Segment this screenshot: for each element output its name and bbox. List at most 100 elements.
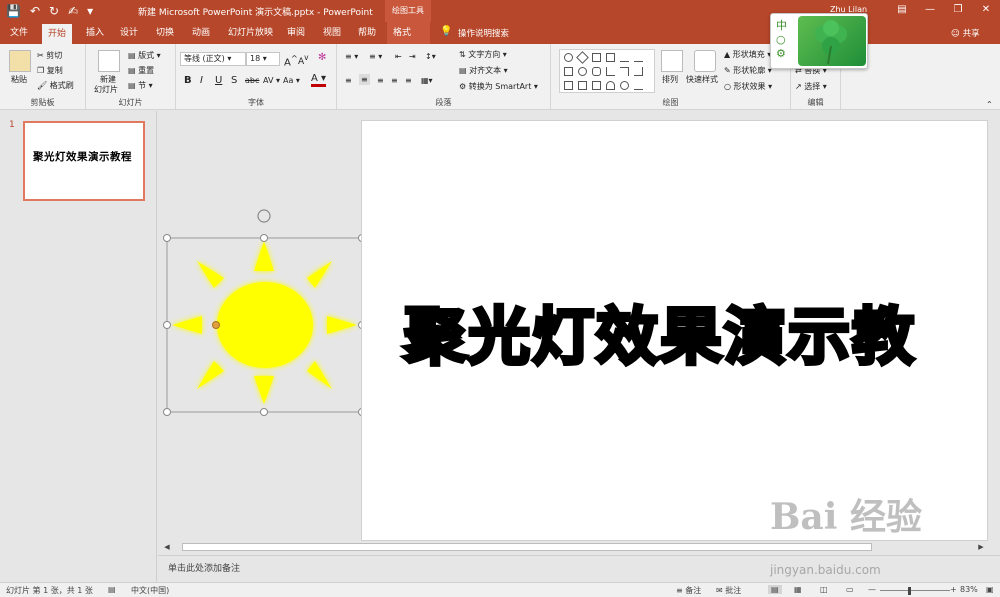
redo-icon[interactable]: ↻ <box>49 3 59 19</box>
tab-help[interactable]: 帮助 <box>352 22 382 44</box>
shape-effects-button[interactable]: ○ 形状效果 ▾ <box>724 81 772 92</box>
scroll-right-icon[interactable]: ▶ <box>976 542 986 552</box>
line-spacing-icon[interactable]: ↕▾ <box>425 52 436 61</box>
shape-textbox-icon[interactable] <box>592 53 601 62</box>
touch-mode-icon[interactable]: ✍ <box>68 3 78 19</box>
shape-freeform-icon[interactable] <box>634 81 643 90</box>
shape-star-icon[interactable] <box>564 53 573 62</box>
shape-fill-button[interactable]: ▲ 形状填充 ▾ <box>724 49 771 60</box>
shape-vtextbox-icon[interactable] <box>606 53 615 62</box>
underline-button[interactable]: U <box>215 75 222 86</box>
share-button[interactable]: ☺ 共享 <box>951 27 980 39</box>
align-right-icon[interactable]: ≡ <box>377 76 384 85</box>
strikethrough-button[interactable]: abc <box>245 76 259 85</box>
font-size-combo[interactable]: 18 ▾ <box>246 52 280 66</box>
language-status[interactable]: 中文(中国) <box>131 585 169 596</box>
tab-home[interactable]: 开始 <box>42 24 73 44</box>
decrease-indent-icon[interactable]: ⇤ <box>395 52 402 61</box>
slide-thumbnail[interactable]: 聚光灯效果演示教程 <box>23 121 145 201</box>
numbering-icon[interactable]: ≡ ▾ <box>369 52 382 61</box>
shape-connector-icon[interactable] <box>634 67 643 76</box>
zoom-slider-knob[interactable] <box>908 587 911 595</box>
layout-button[interactable]: ▤ 版式 ▾ <box>128 50 161 61</box>
tab-review[interactable]: 审阅 <box>281 22 311 44</box>
shape-line-icon[interactable] <box>620 53 629 62</box>
sun-shape[interactable] <box>162 206 372 421</box>
increase-indent-icon[interactable]: ⇥ <box>409 52 416 61</box>
text-direction-button[interactable]: ⇅ 文字方向 ▾ <box>459 49 507 60</box>
customize-icon[interactable]: ▾ <box>87 3 93 19</box>
shrink-font-button[interactable]: Av <box>298 53 309 67</box>
reset-button[interactable]: ▤ 重置 <box>128 65 154 76</box>
clear-format-icon[interactable]: ✻ <box>318 52 326 63</box>
shape-elbow-icon[interactable] <box>620 67 629 76</box>
shape-rect-icon[interactable] <box>564 67 573 76</box>
italic-button[interactable]: I <box>200 75 203 86</box>
quick-styles-icon[interactable] <box>694 50 716 72</box>
tell-me-search[interactable]: 操作说明搜索 <box>458 27 509 39</box>
accessibility-icon[interactable]: ▤ <box>108 585 116 594</box>
horizontal-scrollbar[interactable]: ◀ ▶ <box>160 541 988 553</box>
copy-button[interactable]: ❐ 复制 <box>37 65 63 76</box>
restore-icon[interactable]: ❐ <box>944 0 972 20</box>
shape-diamond-icon[interactable] <box>576 51 589 64</box>
align-left-icon[interactable]: ≡ <box>345 76 352 85</box>
normal-view-icon[interactable]: ▤ <box>768 585 782 594</box>
grow-font-button[interactable]: A^ <box>284 53 298 68</box>
shape-rounded-rect-icon[interactable] <box>592 67 601 76</box>
change-case-button[interactable]: Aa ▾ <box>283 76 300 85</box>
distributed-icon[interactable]: ≡ <box>405 76 412 85</box>
zoom-slider[interactable] <box>880 590 950 591</box>
zoom-out-icon[interactable]: — <box>868 585 876 594</box>
reading-view-icon[interactable]: ◫ <box>820 585 828 594</box>
floating-widget[interactable]: 中 ○ ⚙ <box>770 13 868 69</box>
shape-oval-icon[interactable] <box>578 67 587 76</box>
shape-outline-button[interactable]: ✎ 形状轮廓 ▾ <box>724 65 772 76</box>
fit-slide-icon[interactable]: ▣ <box>986 585 994 594</box>
new-slide-label-2[interactable]: 幻灯片 <box>94 84 118 95</box>
slideshow-view-icon[interactable]: ▭ <box>846 585 854 594</box>
justify-icon[interactable]: ≡ <box>391 76 398 85</box>
shape-down-arrow-icon[interactable] <box>578 81 587 90</box>
font-color-button[interactable]: A ▾ <box>311 74 327 87</box>
bold-button[interactable]: B <box>184 75 192 86</box>
paste-button[interactable]: 粘贴 <box>11 74 27 85</box>
paste-icon[interactable] <box>9 50 31 72</box>
comments-button[interactable]: ✉ 批注 <box>716 585 741 596</box>
tab-animations[interactable]: 动画 <box>186 22 216 44</box>
undo-icon[interactable]: ↶ <box>30 3 40 19</box>
char-spacing-button[interactable]: AV ▾ <box>263 76 280 85</box>
font-name-combo[interactable]: 等线 (正文) ▾ <box>180 52 246 66</box>
align-center-icon[interactable]: ≡ <box>359 74 370 85</box>
tab-design[interactable]: 设计 <box>114 22 144 44</box>
shape-pentagon-icon[interactable] <box>592 81 601 90</box>
close-icon[interactable]: ✕ <box>972 0 1000 20</box>
shape-curve-icon[interactable] <box>620 81 629 90</box>
collapse-ribbon-icon[interactable]: ⌃ <box>986 100 993 109</box>
minimize-icon[interactable]: — <box>916 0 944 20</box>
quick-styles-button[interactable]: 快速样式 <box>686 74 718 85</box>
convert-smartart-button[interactable]: ⚙ 转换为 SmartArt ▾ <box>459 81 538 92</box>
tab-view[interactable]: 视图 <box>317 22 347 44</box>
zoom-level[interactable]: 83% <box>960 585 978 594</box>
vertical-scrollbar[interactable] <box>988 111 1000 541</box>
slide-sorter-icon[interactable]: ▦ <box>794 585 802 594</box>
tab-slideshow[interactable]: 幻灯片放映 <box>222 22 279 44</box>
ribbon-display-icon[interactable]: ▤ <box>888 0 916 20</box>
columns-icon[interactable]: ▦▾ <box>421 76 433 85</box>
new-slide-icon[interactable] <box>98 50 120 72</box>
cut-button[interactable]: ✂ 剪切 <box>37 50 62 61</box>
tab-transitions[interactable]: 切换 <box>150 22 180 44</box>
section-button[interactable]: ▤ 节 ▾ <box>128 80 153 91</box>
zoom-in-icon[interactable]: + <box>950 585 957 594</box>
shape-arrow-line-icon[interactable] <box>634 53 643 62</box>
scrollbar-thumb[interactable] <box>182 543 872 551</box>
arrange-button[interactable]: 排列 <box>662 74 678 85</box>
arrange-icon[interactable] <box>661 50 683 72</box>
shapes-gallery[interactable] <box>559 49 655 93</box>
select-button[interactable]: ↗ 选择 ▾ <box>795 81 827 92</box>
tab-insert[interactable]: 插入 <box>80 22 110 44</box>
tab-format[interactable]: 格式 <box>387 22 430 44</box>
slide-title-text[interactable]: 聚光灯效果演示教 <box>402 286 916 376</box>
notes-button[interactable]: ≡ 备注 <box>676 585 701 596</box>
